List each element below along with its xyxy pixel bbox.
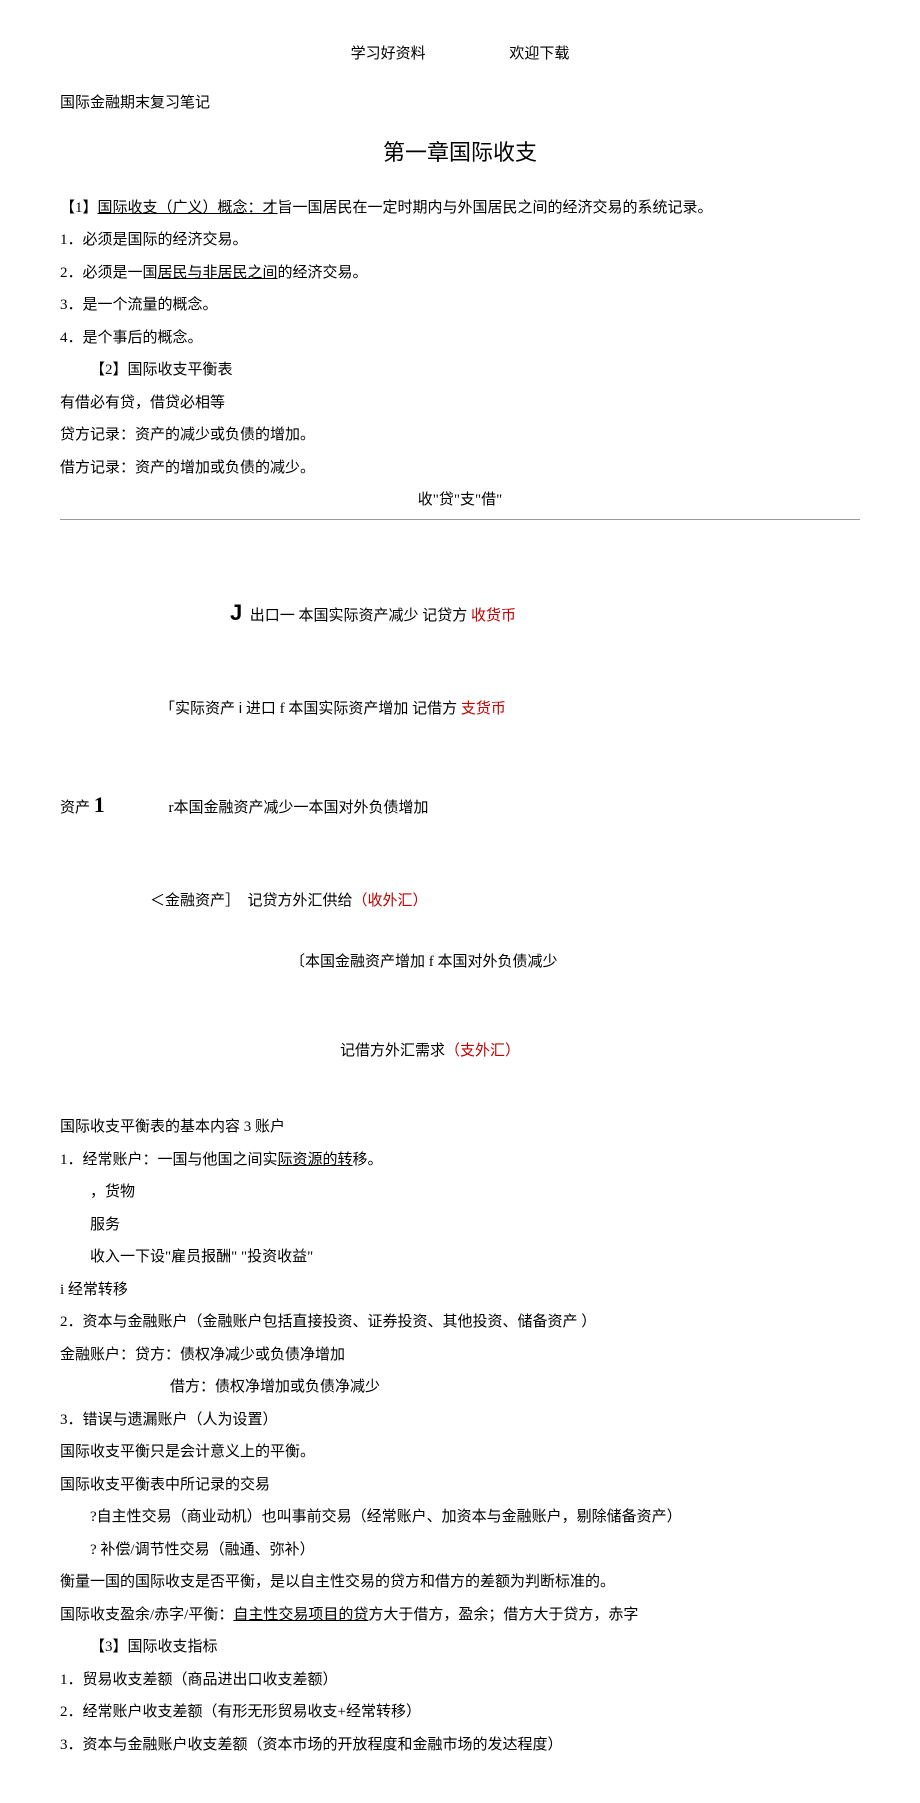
letter-i: i — [239, 700, 242, 717]
sec2b-title: 国际收支平衡表的基本内容 3 账户 — [60, 1113, 860, 1142]
diagram-text: ＜金融资产］ — [150, 893, 240, 909]
diagram-text: 出口一 本国实际资产减少 记贷方 — [250, 608, 468, 624]
account-3: 3．错误与遗漏账户（人为设置） — [60, 1406, 860, 1435]
question-line: ? 补偿/调节性交易（融通、弥补） — [60, 1536, 860, 1565]
sec3-item-3: 3．资本与金融账户收支差额（资本市场的开放程度和金融市场的发达程度） — [60, 1731, 860, 1760]
item-num: 3 — [60, 297, 68, 313]
item-link: 自主性交易项目的贷 — [233, 1607, 368, 1623]
fin-line: 金融账户：贷方：债权净减少或负债净增加 — [60, 1341, 860, 1370]
diagram-line-1: J 出口一 本国实际资产减少 记贷方 收货币 — [60, 563, 860, 633]
diagram-red: 支货币 — [461, 701, 506, 717]
item-num: 1 — [60, 1672, 68, 1688]
sub-item: 收入一下设"雇员报酬" "投资收益" — [60, 1243, 860, 1272]
big-one: 1 — [94, 792, 105, 817]
item-text: 方大于借方，盈余；借方大于贷方，赤字 — [368, 1607, 638, 1623]
item-text: 的经济交易。 — [278, 265, 368, 281]
account-1: 1．经常账户：一国与他国之间实际资源的转移。 — [60, 1146, 860, 1175]
item-text: ．经常账户：一国与他国之间实 — [68, 1152, 278, 1168]
section-label: 【1】 — [60, 200, 98, 216]
section-1-rest: 旨一国居民在一定时期内与外国居民之间的经济交易的系统记录。 — [278, 200, 713, 216]
fin-line: 借方：债权净增加或负债净减少 — [60, 1373, 860, 1402]
diagram-text: 记借方外汇需求 — [340, 1043, 445, 1059]
sec1-item-1: 1．必须是国际的经济交易。 — [60, 226, 860, 255]
section-2-heading: 【2】国际收支平衡表 — [60, 356, 860, 385]
item-num: 3 — [60, 1737, 68, 1753]
sec2-center: 收"贷"支"借" — [60, 486, 860, 515]
item-text: ．资本与金融账户收支差额（资本市场的开放程度和金融市场的发达程度） — [68, 1737, 563, 1753]
sec2-line: 借方记录：资产的增加或负债的减少。 — [60, 454, 860, 483]
sub-item: ，货物 — [60, 1178, 860, 1207]
diagram-line-3: 资产 1 r本国金融资产减少一本国对外负债增加 — [60, 756, 860, 826]
balance-line: 衡量一国的国际收支是否平衡，是以自主性交易的贷方和借方的差额为判断标准的。 — [60, 1568, 860, 1597]
account-2: 2．资本与金融账户（金融账户包括直接投资、证券投资、其他投资、储备资产 ） — [60, 1308, 860, 1337]
item-num: 1 — [60, 1152, 68, 1168]
item-link: 居民与非居民之间 — [158, 265, 278, 281]
item-text: ．贸易收支差额（商品进出口收支差额） — [68, 1672, 338, 1688]
sec1-item-2: 2．必须是一国居民与非居民之间的经济交易。 — [60, 259, 860, 288]
sec2-line: 贷方记录：资产的减少或负债的增加。 — [60, 421, 860, 450]
more-line: 国际收支平衡表中所记录的交易 — [60, 1471, 860, 1500]
item-num: 2 — [60, 1704, 68, 1720]
diagram-red: 收货币 — [471, 608, 516, 624]
diagram-text: r本国金融资产减少一本国对外负债增加 — [169, 800, 429, 816]
asset-diagram: J 出口一 本国实际资产减少 记贷方 收货币 「实际资产 i 进口 f 本国实际… — [60, 535, 860, 1099]
diagram-red: （收外汇） — [353, 893, 428, 909]
item-text: ．是个事后的概念。 — [68, 330, 203, 346]
item-link: 际资源的转 — [278, 1152, 353, 1168]
diagram-line-2: 「实际资产 i 进口 f 本国实际资产增加 记借方 支货币 — [60, 666, 860, 723]
diagram-line-4: ＜金融资产］ 记贷方外汇供给（收外汇） — [60, 858, 860, 915]
header-left: 学习好资料 — [351, 40, 426, 69]
diagram-text: 资产 — [60, 800, 90, 816]
sec3-item-2: 2．经常账户收支差额（有形无形贸易收支+经常转移） — [60, 1698, 860, 1727]
section-1-link: 国际收支（广义）概念：才 — [98, 200, 278, 216]
diagram-red: （支外汇） — [445, 1043, 520, 1059]
item-text: 移。 — [353, 1152, 383, 1168]
document-title: 国际金融期末复习笔记 — [60, 89, 860, 118]
more-line: 国际收支平衡只是会计意义上的平衡。 — [60, 1438, 860, 1467]
section-1-heading: 【1】国际收支（广义）概念：才旨一国居民在一定时期内与外国居民之间的经济交易的系… — [60, 194, 860, 223]
item-text: ．是一个流量的概念。 — [68, 297, 218, 313]
surplus-line: 国际收支盈余/赤字/平衡：自主性交易项目的贷方大于借方，盈余；借方大于贷方，赤字 — [60, 1601, 860, 1630]
page-header: 学习好资料 欢迎下载 — [60, 40, 860, 69]
question-line: ?自主性交易（商业动机）也叫事前交易（经常账户、加资本与金融账户，剔除储备资产） — [60, 1503, 860, 1532]
divider — [60, 519, 860, 520]
diagram-line-5: 〔本国金融资产增加 f 本国对外负债减少 — [60, 948, 860, 977]
item-num: 3 — [60, 1412, 68, 1428]
diagram-line-6: 记借方外汇需求（支外汇） — [60, 1009, 860, 1066]
item-text: ．必须是一国 — [68, 265, 158, 281]
chapter-title: 第一章国际收支 — [60, 132, 860, 174]
diagram-text: 记贷方外汇供给 — [248, 893, 353, 909]
item-text: 国际收支盈余/赤字/平衡： — [60, 1607, 233, 1623]
sec1-item-4: 4．是个事后的概念。 — [60, 324, 860, 353]
diagram-text: 「实际资产 — [160, 701, 235, 717]
sub-item-transfer: i 经常转移 — [60, 1276, 860, 1305]
item-num: 2 — [60, 265, 68, 281]
sec1-item-3: 3．是一个流量的概念。 — [60, 291, 860, 320]
section-3-heading: 【3】国际收支指标 — [60, 1633, 860, 1662]
header-right: 欢迎下载 — [509, 40, 569, 69]
item-text: ．资本与金融账户（金融账户包括直接投资、证券投资、其他投资、储备资产 ） — [68, 1314, 597, 1330]
diagram-text: 进口 f 本国实际资产增加 记借方 — [246, 701, 457, 717]
sec3-item-1: 1．贸易收支差额（商品进出口收支差额） — [60, 1666, 860, 1695]
item-text: ．经常账户收支差额（有形无形贸易收支+经常转移） — [68, 1704, 421, 1720]
item-num: 2 — [60, 1314, 68, 1330]
item-num: 1 — [60, 232, 68, 248]
sec2-line: 有借必有贷，借贷必相等 — [60, 389, 860, 418]
letter-j: J — [230, 600, 242, 625]
item-text: ．必须是国际的经济交易。 — [68, 232, 248, 248]
sub-item: 服务 — [60, 1211, 860, 1240]
item-text: ．错误与遗漏账户（人为设置） — [68, 1412, 278, 1428]
item-num: 4 — [60, 330, 68, 346]
